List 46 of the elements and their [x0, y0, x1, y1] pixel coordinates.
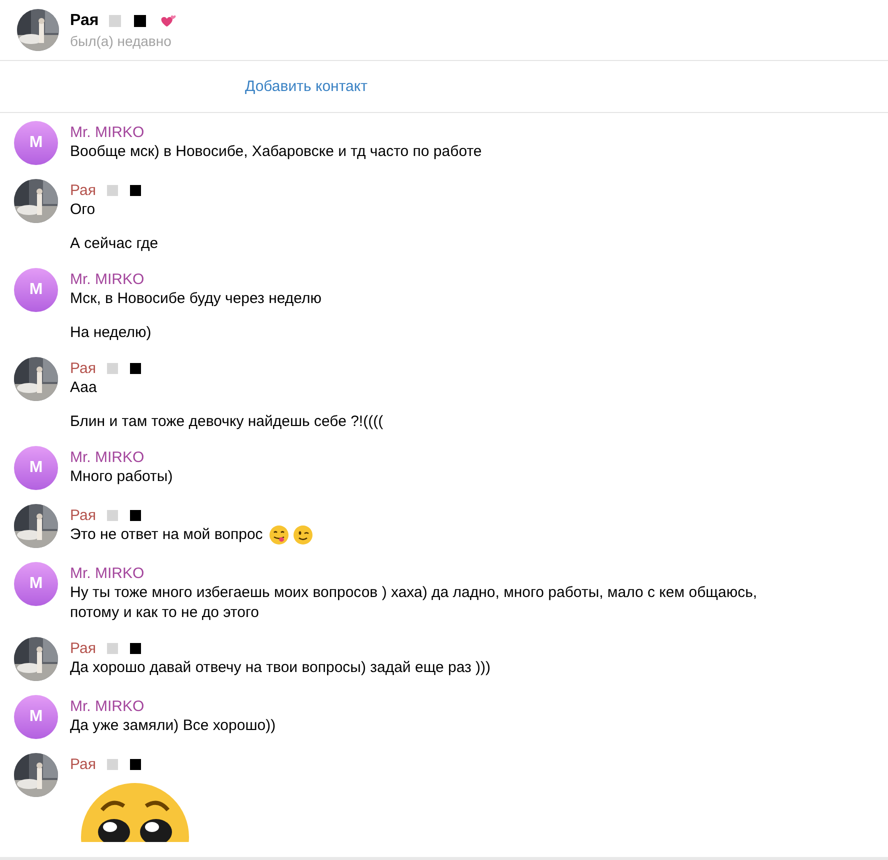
avatar: M	[14, 268, 58, 312]
square-icon	[106, 758, 118, 770]
contact-name: Рая	[70, 12, 99, 30]
sender-name: Mr. MIRKO	[70, 270, 144, 288]
sender-name: Рая	[70, 360, 96, 376]
sender-name: Рая	[70, 182, 96, 198]
square-icon	[106, 362, 118, 374]
message-text: Мск, в Новосибе буду через неделю	[70, 289, 322, 309]
sender-name: Mr. MIRKO	[70, 448, 144, 466]
message-text: Много работы)	[70, 467, 174, 487]
square-icon	[130, 758, 141, 770]
last-seen-status: был(а) недавно	[70, 32, 172, 48]
winking-face-icon	[292, 525, 313, 545]
square-icon	[106, 184, 118, 196]
avatar: M	[14, 446, 58, 490]
message-text: Да хорошо давай отвечу на твои вопросы) задай еще раз )))	[70, 658, 492, 678]
square-icon	[130, 362, 141, 374]
square-icon	[106, 510, 118, 520]
pleading-face-icon	[80, 782, 190, 842]
add-contact-link[interactable]: Добавить контакт	[245, 78, 368, 95]
message-text: Блин и там тоже девочку найдешь себе ?!((((	[70, 412, 384, 432]
message-text: Ааа	[70, 378, 98, 398]
square-icon	[130, 184, 141, 196]
message-text: Это не ответ на мой вопрос	[70, 525, 263, 545]
tongue-face-icon	[268, 525, 289, 545]
square-icon	[130, 642, 141, 654]
sender-name: Mr. MIRKO	[70, 698, 144, 714]
avatar: M	[14, 695, 58, 739]
message-text: Ого	[70, 200, 96, 220]
hearts-icon	[158, 12, 177, 28]
message-text: Вообще мск) в Новосибе, Хабаровске и тд часто по работе	[70, 142, 483, 162]
square-icon	[108, 14, 121, 26]
sender-name: Рая	[70, 506, 96, 524]
sender-name: Рая	[70, 756, 96, 772]
sender-name: Mr. MIRKO	[70, 124, 144, 140]
square-icon	[130, 510, 141, 520]
message-text: Ну ты тоже много избегаешь моих вопросов ) хаха) да ладно, много работы, мало с кем общаюсь, потому и как то не до этого	[70, 583, 758, 623]
avatar: M	[14, 121, 58, 165]
sender-name: Mr. MIRKO	[70, 564, 144, 582]
sender-name: Рая	[70, 640, 96, 656]
message-text: А сейчас где	[70, 234, 160, 254]
square-icon	[106, 642, 118, 654]
message-text: Да уже замяли) Все хорошо))	[70, 716, 277, 736]
square-icon	[134, 14, 146, 26]
avatar: M	[14, 562, 58, 606]
message-text: На неделю)	[70, 323, 152, 343]
